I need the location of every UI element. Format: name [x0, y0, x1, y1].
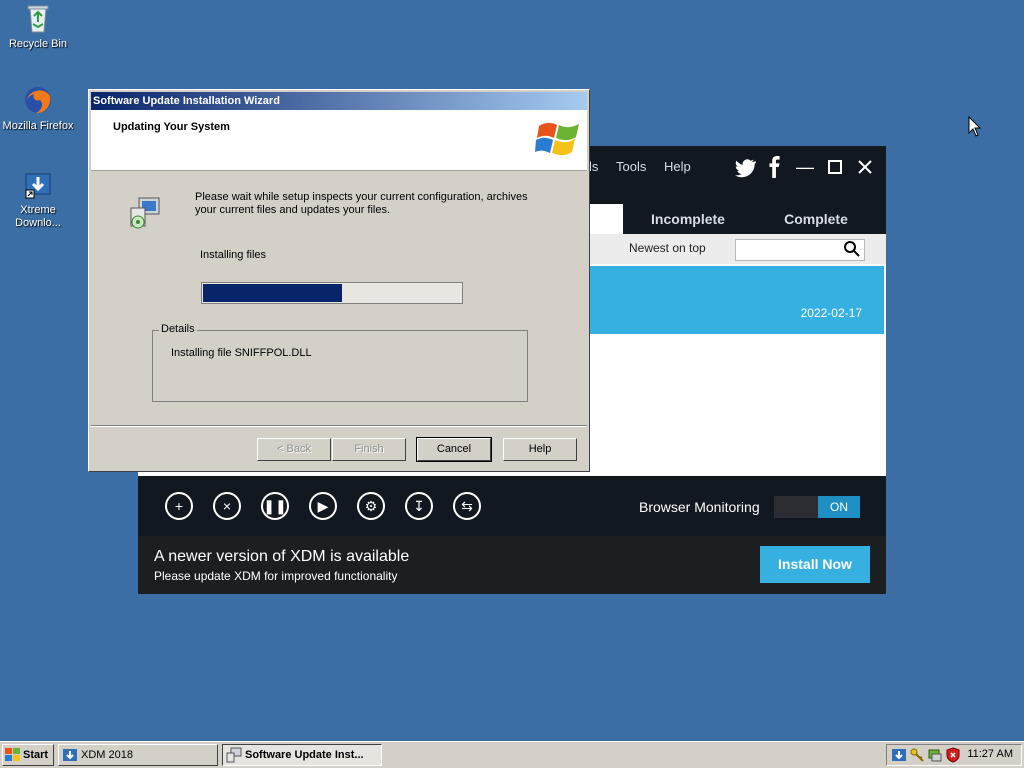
wizard-header: Updating Your System [91, 110, 587, 171]
menu-partial[interactable]: ls [589, 159, 598, 174]
download-date: 2022-02-17 [800, 306, 862, 320]
close-button[interactable] [854, 156, 876, 178]
search-icon[interactable] [843, 240, 861, 258]
clock: 11:27 AM [967, 748, 1013, 760]
tab-strip: Incomplete Complete [588, 204, 886, 234]
taskbar-item-label: Software Update Inst... [245, 749, 364, 761]
wizard-separator [91, 425, 587, 427]
update-title: A newer version of XDM is available [154, 548, 410, 565]
details-label: Details [159, 323, 197, 335]
setup-computer-icon [226, 747, 242, 763]
recycle-bin-icon [27, 5, 49, 33]
wizard-dialog: Software Update Installation Wizard Upda… [88, 89, 590, 472]
browser-monitoring-toggle[interactable]: ON [774, 496, 860, 518]
wizard-titlebar[interactable]: Software Update Installation Wizard [91, 92, 587, 110]
update-banner: A newer version of XDM is available Plea… [138, 536, 886, 594]
toggle-state: ON [818, 496, 860, 518]
menu-tools[interactable]: Tools [616, 159, 646, 174]
setup-computer-icon [130, 197, 160, 229]
help-button[interactable]: Help [503, 438, 577, 461]
desktop-icon-label: Xtreme Downlo... [15, 204, 61, 229]
menu-help[interactable]: Help [664, 159, 691, 174]
details-group: Details Installing file SNIFFPOL.DLL [152, 323, 528, 402]
xdm-icon [63, 749, 77, 761]
desktop-icon-recycle-bin[interactable]: Recycle Bin [0, 2, 78, 51]
desktop-icon-xdm[interactable]: Xtreme Downlo... [0, 168, 78, 230]
taskbar-item-xdm[interactable]: XDM 2018 [58, 744, 218, 766]
twitter-icon[interactable] [734, 156, 756, 178]
xdm-tray-icon[interactable] [891, 747, 907, 763]
install-now-button[interactable]: Install Now [760, 546, 870, 583]
taskbar-item-label: XDM 2018 [81, 749, 133, 761]
minimize-button[interactable]: — [794, 156, 816, 178]
add-icon[interactable]: + [165, 492, 193, 520]
update-subtitle: Please update XDM for improved functiona… [154, 569, 398, 583]
pause-icon[interactable]: ❚❚ [261, 492, 289, 520]
resume-icon[interactable]: ▶ [309, 492, 337, 520]
start-label: Start [23, 749, 49, 761]
tab-incomplete[interactable]: Incomplete [628, 204, 748, 234]
start-button[interactable]: Start [2, 744, 54, 766]
mouse-cursor-icon [968, 116, 982, 137]
finish-button[interactable]: Finish [332, 438, 406, 461]
install-progress-bar [201, 282, 463, 304]
windows-flag-icon [5, 748, 20, 761]
keys-icon[interactable] [909, 747, 925, 763]
install-status: Installing files [200, 249, 267, 261]
progress-fill [203, 284, 342, 302]
tab-complete[interactable]: Complete [756, 204, 876, 234]
taskbar-item-wizard[interactable]: Software Update Inst... [222, 744, 382, 766]
wizard-header-title: Updating Your System [113, 121, 230, 133]
desktop-icon-label: Mozilla Firefox [2, 120, 74, 132]
sort-dropdown[interactable]: Newest on top [629, 241, 706, 255]
taskbar: Start XDM 2018 Software Update Inst... 1… [0, 741, 1024, 768]
system-tray: 11:27 AM [886, 744, 1022, 766]
security-shield-icon[interactable] [945, 747, 961, 763]
cancel-button[interactable]: Cancel [416, 437, 492, 462]
firefox-icon [25, 87, 51, 114]
browser-monitoring-label: Browser Monitoring [639, 499, 760, 515]
download-icon[interactable]: ↧ [405, 492, 433, 520]
settings-icon[interactable]: ⚙ [357, 492, 385, 520]
network-icon[interactable] [927, 747, 943, 763]
windows-logo-icon [535, 122, 579, 156]
wizard-message: Please wait while setup inspects your cu… [195, 191, 528, 216]
desktop-icon-label: Recycle Bin [8, 38, 68, 50]
facebook-icon[interactable] [764, 156, 786, 178]
sync-icon[interactable]: ⇆ [453, 492, 481, 520]
maximize-button[interactable] [824, 156, 846, 178]
xdm-icon [25, 173, 51, 199]
delete-icon[interactable]: × [213, 492, 241, 520]
xdm-toolbar: + × ❚❚ ▶ ⚙ ↧ ⇆ Browser Monitoring ON [138, 476, 886, 536]
back-button[interactable]: < Back [257, 438, 331, 461]
details-text: Installing file SNIFFPOL.DLL [171, 347, 312, 359]
desktop-icon-firefox[interactable]: Mozilla Firefox [0, 84, 78, 133]
